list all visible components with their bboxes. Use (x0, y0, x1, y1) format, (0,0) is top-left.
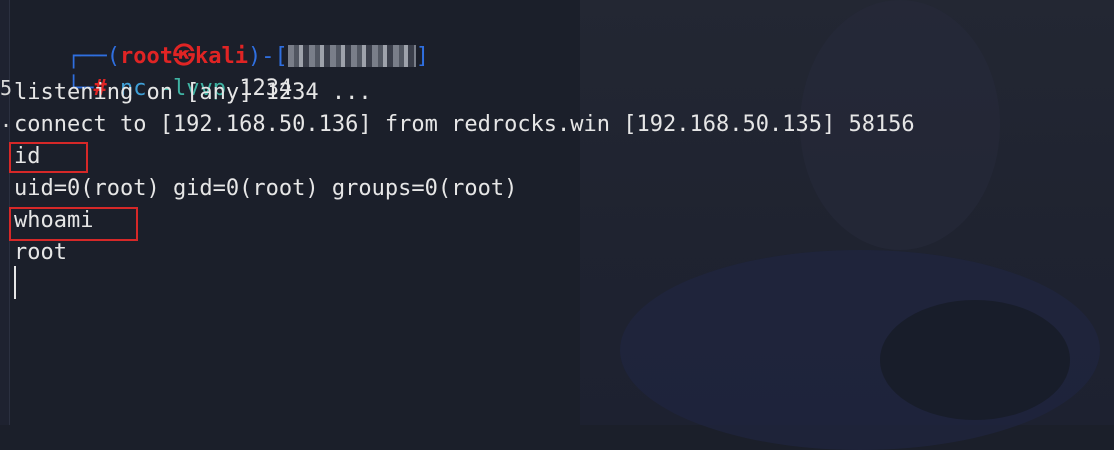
highlight-box-id (9, 142, 88, 173)
output-line: root (14, 240, 67, 265)
output-line: uid=0(root) gid=0(root) groups=0(root) (14, 176, 518, 201)
prompt-frame: ] (415, 44, 429, 69)
prompt-line-top: ┌──(root㉿kali)-[] (14, 15, 429, 69)
text-cursor (14, 266, 16, 299)
output-line: connect to [192.168.50.136] from redrock… (14, 112, 915, 137)
prompt-line-command: └─# nc -lvvp 1234 (14, 47, 292, 101)
terminal-window[interactable]: ┌──(root㉿kali)-[] └─# nc -lvvp 1234 list… (0, 0, 1114, 425)
highlight-box-whoami (9, 207, 138, 241)
output-line: listening on [any] 1234 ... (14, 80, 372, 105)
redacted-path (287, 45, 416, 67)
